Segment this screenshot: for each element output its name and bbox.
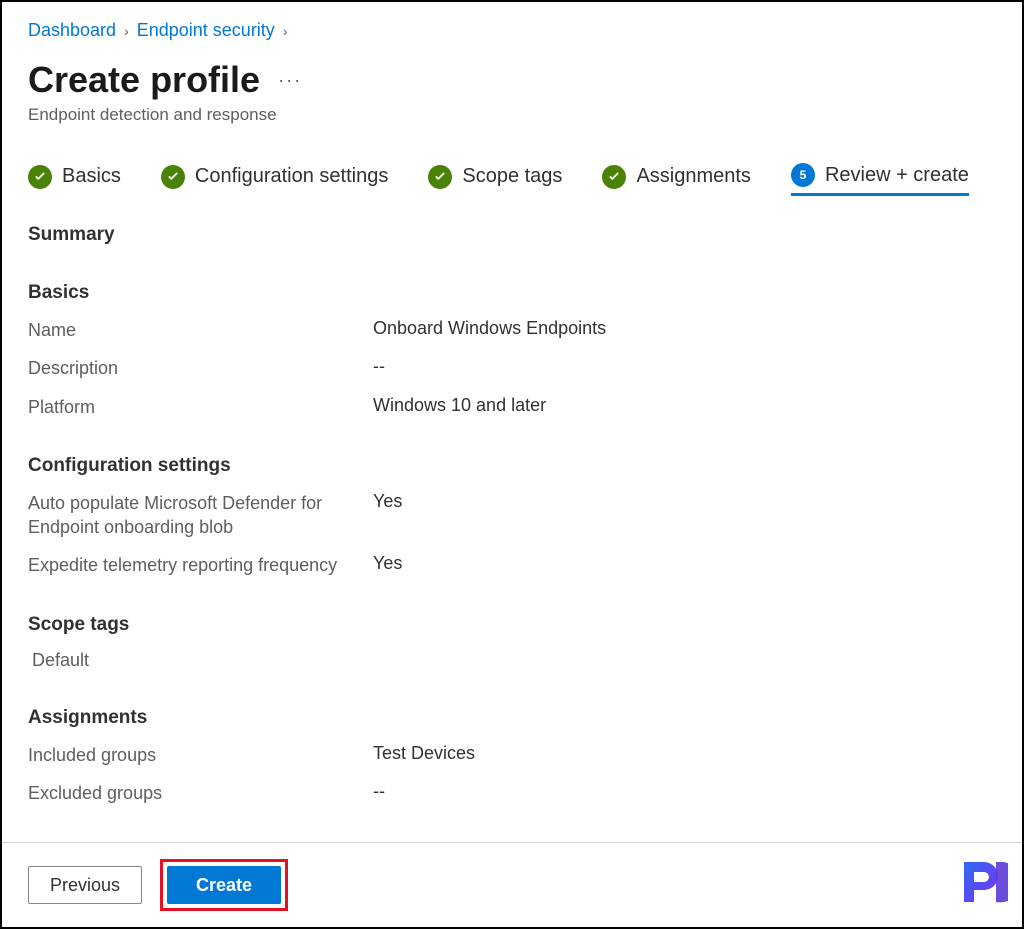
kv-row: Excluded groups -- <box>28 781 996 805</box>
step-scope-tags[interactable]: Scope tags <box>428 165 562 195</box>
step-label: Configuration settings <box>195 165 388 188</box>
section-title-assignments: Assignments <box>28 707 996 729</box>
breadcrumb-endpoint-security[interactable]: Endpoint security <box>137 20 275 41</box>
more-actions-button[interactable]: ··· <box>278 70 302 91</box>
section-title-basics: Basics <box>28 282 996 304</box>
kv-key-name: Name <box>28 318 373 342</box>
kv-value-onboarding-blob: Yes <box>373 491 402 540</box>
content-area: Dashboard › Endpoint security › Create p… <box>2 2 1022 844</box>
create-button[interactable]: Create <box>167 866 281 904</box>
step-label: Assignments <box>636 165 751 188</box>
kv-value-included-groups: Test Devices <box>373 743 475 767</box>
check-icon <box>161 165 185 189</box>
step-review-create[interactable]: 5 Review + create <box>791 163 969 196</box>
step-label: Review + create <box>825 164 969 187</box>
wizard-steps: Basics Configuration settings Scope tags… <box>28 163 996 196</box>
breadcrumb: Dashboard › Endpoint security › <box>28 20 996 41</box>
previous-button[interactable]: Previous <box>28 866 142 904</box>
step-number-badge: 5 <box>791 163 815 187</box>
scope-tag-default: Default <box>28 650 996 671</box>
kv-row: Name Onboard Windows Endpoints <box>28 318 996 342</box>
kv-key-onboarding-blob: Auto populate Microsoft Defender for End… <box>28 491 373 540</box>
kv-key-excluded-groups: Excluded groups <box>28 781 373 805</box>
step-label: Basics <box>62 165 121 188</box>
check-icon <box>602 165 626 189</box>
kv-row: Expedite telemetry reporting frequency Y… <box>28 553 996 577</box>
step-basics[interactable]: Basics <box>28 165 121 195</box>
step-label: Scope tags <box>462 165 562 188</box>
kv-row: Auto populate Microsoft Defender for End… <box>28 491 996 540</box>
footer-bar: Previous Create <box>2 843 1022 927</box>
step-configuration-settings[interactable]: Configuration settings <box>161 165 388 195</box>
kv-key-included-groups: Included groups <box>28 743 373 767</box>
brand-logo-icon <box>956 856 1008 913</box>
step-assignments[interactable]: Assignments <box>602 165 751 195</box>
page-title: Create profile <box>28 59 260 101</box>
kv-row: Platform Windows 10 and later <box>28 395 996 419</box>
kv-value-name: Onboard Windows Endpoints <box>373 318 606 342</box>
section-title-scope-tags: Scope tags <box>28 614 996 636</box>
summary-heading: Summary <box>28 224 996 246</box>
window-frame: Dashboard › Endpoint security › Create p… <box>0 0 1024 929</box>
check-icon <box>28 165 52 189</box>
kv-key-description: Description <box>28 356 373 380</box>
chevron-right-icon: › <box>122 23 131 39</box>
kv-row: Included groups Test Devices <box>28 743 996 767</box>
kv-value-description: -- <box>373 356 385 380</box>
kv-row: Description -- <box>28 356 996 380</box>
page-subtitle: Endpoint detection and response <box>28 105 996 125</box>
check-icon <box>428 165 452 189</box>
kv-key-telemetry: Expedite telemetry reporting frequency <box>28 553 373 577</box>
breadcrumb-dashboard[interactable]: Dashboard <box>28 20 116 41</box>
chevron-right-icon: › <box>281 23 290 39</box>
section-title-config: Configuration settings <box>28 455 996 477</box>
kv-value-platform: Windows 10 and later <box>373 395 546 419</box>
create-highlight: Create <box>160 859 288 911</box>
kv-value-telemetry: Yes <box>373 553 402 577</box>
kv-key-platform: Platform <box>28 395 373 419</box>
kv-value-excluded-groups: -- <box>373 781 385 805</box>
